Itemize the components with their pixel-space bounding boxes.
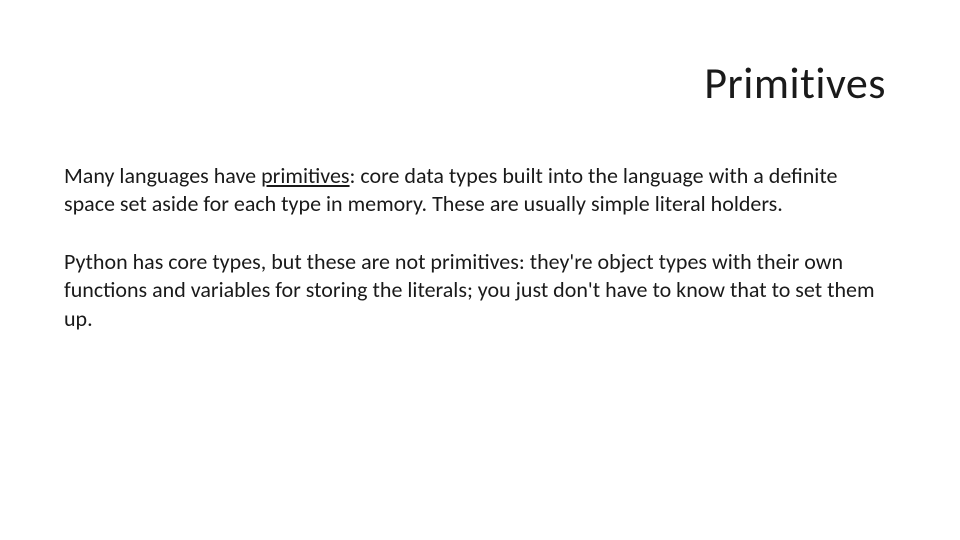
slide-container: Primitives Many languages have primitive… (0, 0, 960, 540)
paragraph-1: Many languages have primitives: core dat… (64, 162, 886, 218)
paragraph-2: Python has core types, but these are not… (64, 248, 886, 332)
paragraph-1-pre: Many languages have (64, 162, 261, 189)
slide-content: Many languages have primitives: core dat… (64, 162, 886, 363)
slide-title: Primitives (704, 56, 886, 110)
primitives-term: primitives (261, 162, 349, 189)
